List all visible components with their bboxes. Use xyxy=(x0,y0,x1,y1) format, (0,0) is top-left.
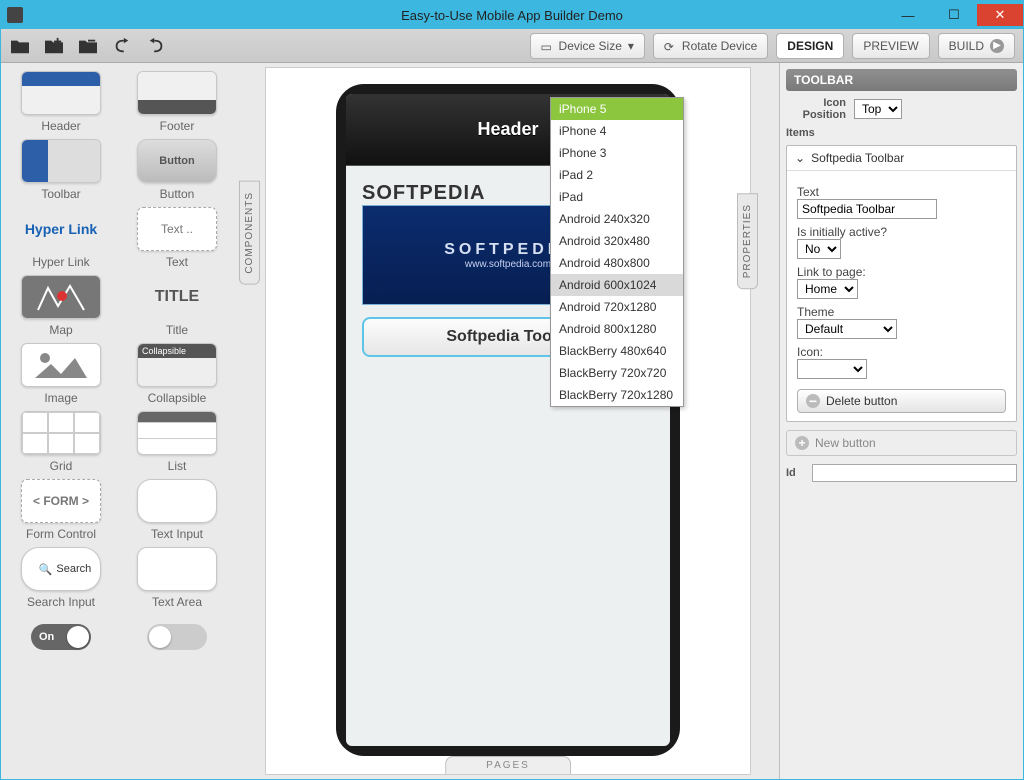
component-map[interactable]: Map xyxy=(9,275,113,337)
chevron-down-icon: ⌄ xyxy=(795,151,805,165)
minimize-button[interactable]: — xyxy=(885,4,931,26)
component-switch-off[interactable] xyxy=(125,615,229,659)
maximize-button[interactable]: ☐ xyxy=(931,4,977,26)
device-menu-item[interactable]: Android 320x480 xyxy=(551,230,683,252)
text-label: Text xyxy=(797,185,1006,199)
icon-label: Icon: xyxy=(797,345,1006,359)
tab-design[interactable]: DESIGN xyxy=(776,33,844,59)
delete-button[interactable]: − Delete button xyxy=(797,389,1006,413)
properties-panel-title: TOOLBAR xyxy=(786,69,1017,91)
initially-active-label: Is initially active? xyxy=(797,225,1006,239)
components-tab[interactable]: COMPONENTS xyxy=(239,181,260,285)
undo-icon[interactable] xyxy=(111,37,133,55)
component-form-control[interactable]: < FORM > Form Control xyxy=(9,479,113,541)
component-footer[interactable]: Footer xyxy=(125,71,229,133)
new-button[interactable]: + New button xyxy=(786,430,1017,456)
device-menu-item[interactable]: Android 600x1024 xyxy=(551,274,683,296)
component-collapsible[interactable]: Collapsible Collapsible xyxy=(125,343,229,405)
device-menu-item[interactable]: iPhone 4 xyxy=(551,120,683,142)
device-menu-item[interactable]: iPhone 3 xyxy=(551,142,683,164)
device-menu-item[interactable]: BlackBerry 720x1280 xyxy=(551,384,683,406)
component-list[interactable]: List xyxy=(125,411,229,473)
minus-icon: − xyxy=(806,394,820,408)
icon-select[interactable] xyxy=(797,359,867,379)
rotate-device-button[interactable]: ⟳ Rotate Device xyxy=(653,33,768,59)
component-toolbar[interactable]: Toolbar xyxy=(9,139,113,201)
components-panel: Header Footer Toolbar Button Button Hype… xyxy=(1,63,237,779)
device-menu-item[interactable]: Android 240x320 xyxy=(551,208,683,230)
tab-build-label: BUILD xyxy=(949,39,984,53)
titlebar: Easy-to-Use Mobile App Builder Demo — ☐ … xyxy=(1,1,1023,29)
device-menu-item[interactable]: Android 800x1280 xyxy=(551,318,683,340)
save-icon[interactable] xyxy=(77,37,99,55)
device-icon: ▭ xyxy=(541,40,553,52)
tab-build[interactable]: BUILD ▶ xyxy=(938,33,1015,59)
new-folder-icon[interactable] xyxy=(43,37,65,55)
device-menu-item[interactable]: BlackBerry 720x720 xyxy=(551,362,683,384)
link-select[interactable]: Home xyxy=(797,279,858,299)
id-input[interactable] xyxy=(812,464,1017,482)
pages-tab[interactable]: PAGES xyxy=(445,756,571,774)
device-menu-item[interactable]: Android 720x1280 xyxy=(551,296,683,318)
redo-icon[interactable] xyxy=(145,37,167,55)
close-button[interactable]: ✕ xyxy=(977,4,1023,26)
component-title[interactable]: TITLE Title xyxy=(125,275,229,337)
accordion-header[interactable]: ⌄ Softpedia Toolbar xyxy=(787,146,1016,171)
text-input[interactable] xyxy=(797,199,937,219)
component-search-input[interactable]: 🔍Search Search Input xyxy=(9,547,113,609)
component-switch-on[interactable]: On xyxy=(9,615,113,659)
device-size-label: Device Size xyxy=(559,39,622,53)
open-icon[interactable] xyxy=(9,37,31,55)
app-icon xyxy=(7,7,23,23)
build-play-icon: ▶ xyxy=(990,39,1004,53)
items-label: Items xyxy=(786,127,815,139)
device-menu-item[interactable]: iPad 2 xyxy=(551,164,683,186)
rotate-device-label: Rotate Device xyxy=(682,39,757,53)
theme-select[interactable]: Default xyxy=(797,319,897,339)
device-menu-item[interactable]: BlackBerry 480x640 xyxy=(551,340,683,362)
component-grid[interactable]: Grid xyxy=(9,411,113,473)
device-menu-item[interactable]: Android 480x800 xyxy=(551,252,683,274)
component-text[interactable]: Text .. Text xyxy=(125,207,229,269)
icon-position-select[interactable]: Top xyxy=(854,99,902,119)
component-hyperlink[interactable]: Hyper Link Hyper Link xyxy=(9,207,113,269)
device-size-dropdown[interactable]: ▭ Device Size ▾ xyxy=(530,33,645,59)
rotate-icon: ⟳ xyxy=(664,40,676,52)
component-header[interactable]: Header xyxy=(9,71,113,133)
component-text-area[interactable]: Text Area xyxy=(125,547,229,609)
icon-position-label: Icon Position xyxy=(786,97,846,121)
window-title: Easy-to-Use Mobile App Builder Demo xyxy=(401,8,623,23)
properties-tab[interactable]: PROPERTIES xyxy=(737,193,758,289)
toolbar: ▭ Device Size ▾ ⟳ Rotate Device DESIGN P… xyxy=(1,29,1023,63)
device-menu-item[interactable]: iPhone 5 xyxy=(551,98,683,120)
tab-preview[interactable]: PREVIEW xyxy=(852,33,929,59)
link-label: Link to page: xyxy=(797,265,1006,279)
component-image[interactable]: Image xyxy=(9,343,113,405)
chevron-down-icon: ▾ xyxy=(628,39,634,53)
device-menu-item[interactable]: iPad xyxy=(551,186,683,208)
component-text-input[interactable]: Text Input xyxy=(125,479,229,541)
properties-panel: TOOLBAR Icon Position Top Items ⌄ Softpe… xyxy=(779,63,1023,779)
search-icon: 🔍 xyxy=(39,563,53,576)
component-button[interactable]: Button Button xyxy=(125,139,229,201)
id-label: Id xyxy=(786,467,796,479)
device-size-menu: iPhone 5iPhone 4iPhone 3iPad 2iPadAndroi… xyxy=(550,97,684,407)
initially-active-select[interactable]: No xyxy=(797,239,841,259)
theme-label: Theme xyxy=(797,305,1006,319)
plus-icon: + xyxy=(795,436,809,450)
